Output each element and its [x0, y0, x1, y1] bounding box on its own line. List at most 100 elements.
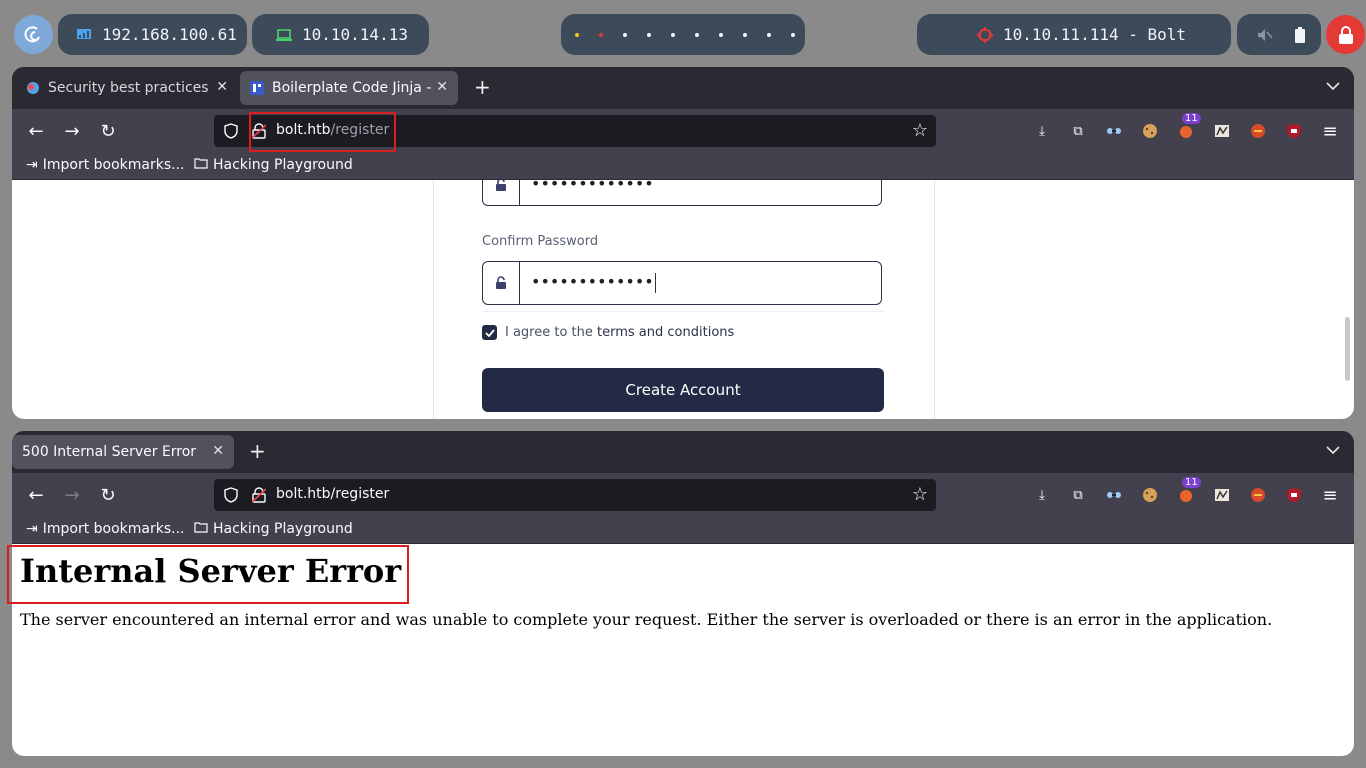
vpn-ip-text: 10.10.14.13: [302, 25, 408, 44]
bookmark-folder-hacking-playground[interactable]: Hacking Playground: [194, 157, 353, 173]
tab-title: Boilerplate Code Jinja - Si: [272, 80, 436, 96]
confirm-password-value: •••••••••••••: [531, 272, 656, 293]
ext-glasses-icon[interactable]: [1104, 121, 1124, 141]
tab-strip: 500 Internal Server Error ✕ +: [12, 431, 1354, 473]
target-widget[interactable]: 10.10.11.114 - Bolt: [917, 14, 1231, 55]
workspace-switcher[interactable]: [561, 14, 805, 55]
tab-title: Security best practices |: [48, 80, 208, 96]
tab-boilerplate-code[interactable]: Boilerplate Code Jinja - Si ✕: [240, 71, 458, 105]
confirm-password-label: Confirm Password: [482, 234, 599, 249]
terms-agreement: I agree to the terms and conditions: [482, 325, 734, 340]
bookmark-folder-hacking-playground[interactable]: Hacking Playground: [194, 521, 353, 537]
ext-foxyproxy-icon[interactable]: 11: [1176, 113, 1201, 141]
list-all-tabs-chevron-icon[interactable]: [1326, 79, 1340, 95]
local-ip-widget[interactable]: 192.168.100.61: [58, 14, 247, 55]
tab-close-icon[interactable]: ✕: [436, 79, 448, 95]
workspace-1-dot[interactable]: [575, 32, 579, 37]
tab-close-icon[interactable]: ✕: [212, 443, 224, 459]
downloads-icon[interactable]: ⤓: [1032, 485, 1052, 505]
list-all-tabs-chevron-icon[interactable]: [1326, 443, 1340, 459]
tab-security-best-practices[interactable]: Security best practices | ✕: [16, 71, 238, 105]
shield-icon[interactable]: [224, 123, 238, 139]
terms-checkbox[interactable]: [482, 325, 497, 340]
lock-screen-button[interactable]: [1326, 15, 1365, 54]
workspace-7-dot[interactable]: [719, 32, 723, 37]
tab-internal-server-error[interactable]: 500 Internal Server Error ✕: [12, 435, 234, 469]
insecure-lock-icon[interactable]: [252, 487, 266, 503]
reload-icon[interactable]: ↻: [96, 119, 120, 143]
browser-window-top: Security best practices | ✕ Boilerplate …: [12, 67, 1354, 419]
error-heading: Internal Server Error: [20, 552, 402, 590]
downloads-icon[interactable]: ⤓: [1032, 121, 1052, 141]
url-text[interactable]: bolt.htb/register: [276, 486, 389, 502]
confirm-password-field[interactable]: •••••••••••••: [482, 261, 882, 305]
tab-strip: Security best practices | ✕ Boilerplate …: [12, 67, 1354, 109]
back-arrow-icon[interactable]: ←: [24, 119, 48, 143]
page-scrollbar[interactable]: [1345, 317, 1350, 381]
register-form: ••••••••••••• Confirm Password •••••••••…: [433, 180, 935, 419]
terms-link[interactable]: terms and conditions: [597, 325, 734, 340]
battery-icon[interactable]: [1295, 26, 1305, 43]
ext-ublock-icon[interactable]: [1284, 121, 1304, 141]
extensions-puzzle-icon[interactable]: ⧉: [1068, 121, 1088, 141]
workspace-9-dot[interactable]: [767, 32, 771, 37]
ext-foxyproxy-icon[interactable]: 11: [1176, 477, 1201, 505]
password-field[interactable]: •••••••••••••: [482, 180, 882, 206]
forward-arrow-icon[interactable]: →: [60, 483, 84, 507]
ext-wappalyzer-icon[interactable]: [1212, 485, 1232, 505]
ext-hacktools-icon[interactable]: [1248, 121, 1268, 141]
hamburger-menu-icon[interactable]: ≡: [1320, 485, 1340, 506]
extensions-puzzle-icon[interactable]: ⧉: [1068, 485, 1088, 505]
target-text: 10.10.11.114 - Bolt: [1003, 25, 1187, 44]
ext-cookie-icon[interactable]: [1140, 485, 1160, 505]
reload-icon[interactable]: ↻: [96, 483, 120, 507]
system-tray[interactable]: [1237, 14, 1321, 55]
ext-hacktools-icon[interactable]: [1248, 485, 1268, 505]
url-text[interactable]: bolt.htb/register: [276, 122, 389, 138]
bookmarks-toolbar: ⇥ Import bookmarks... Hacking Playground: [12, 153, 1354, 179]
bookmarks-toolbar: ⇥ Import bookmarks... Hacking Playground: [12, 517, 1354, 543]
new-tab-plus-icon[interactable]: +: [474, 77, 491, 97]
unlock-icon: [483, 262, 520, 304]
app-launcher-button[interactable]: [14, 15, 53, 54]
nav-toolbar: ← → ↻ bolt.htb/register ☆ ⤓ ⧉ 11 ≡: [12, 473, 1354, 517]
workspace-8-dot[interactable]: [743, 32, 747, 37]
tab-close-icon[interactable]: ✕: [216, 79, 228, 95]
url-bar[interactable]: bolt.htb/register ☆: [214, 479, 936, 511]
page-content-error: Internal Server Error The server encount…: [12, 544, 1354, 756]
workspace-4-dot[interactable]: [647, 32, 651, 37]
workspace-5-dot[interactable]: [671, 32, 675, 37]
terms-prefix: I agree to the: [505, 325, 598, 340]
insecure-lock-icon[interactable]: [252, 123, 266, 139]
ext-ublock-icon[interactable]: [1284, 485, 1304, 505]
workspace-3-dot[interactable]: [623, 32, 627, 37]
ext-wappalyzer-icon[interactable]: [1212, 121, 1232, 141]
workspace-6-dot[interactable]: [695, 32, 699, 37]
extension-badge: 11: [1182, 113, 1201, 124]
import-icon: ⇥: [26, 157, 38, 173]
network-icon: [77, 28, 91, 39]
ext-cookie-icon[interactable]: [1140, 121, 1160, 141]
padlock-icon: [1338, 25, 1353, 44]
shield-icon[interactable]: [224, 487, 238, 503]
import-icon: ⇥: [26, 521, 38, 537]
favicon-swirl-icon: [27, 82, 39, 94]
nav-toolbar: ← → ↻ bolt.htb/register ☆ ⤓ ⧉ 11 ≡: [12, 109, 1354, 153]
hamburger-menu-icon[interactable]: ≡: [1320, 121, 1340, 142]
bookmark-star-icon[interactable]: ☆: [912, 120, 928, 141]
workspace-10-dot[interactable]: [791, 32, 795, 37]
vpn-ip-widget[interactable]: 10.10.14.13: [252, 14, 429, 55]
folder-icon: [194, 157, 208, 173]
volume-muted-icon[interactable]: [1257, 28, 1273, 42]
bookmark-import[interactable]: ⇥ Import bookmarks...: [26, 157, 185, 173]
new-tab-plus-icon[interactable]: +: [249, 441, 266, 461]
bookmark-import[interactable]: ⇥ Import bookmarks...: [26, 521, 185, 537]
forward-arrow-icon[interactable]: →: [60, 119, 84, 143]
back-arrow-icon[interactable]: ←: [24, 483, 48, 507]
workspace-2-dot[interactable]: [599, 32, 603, 37]
tab-title: 500 Internal Server Error: [22, 444, 197, 460]
create-account-button[interactable]: Create Account: [482, 368, 884, 412]
ext-glasses-icon[interactable]: [1104, 485, 1124, 505]
url-bar[interactable]: bolt.htb/register ☆: [214, 115, 936, 147]
bookmark-star-icon[interactable]: ☆: [912, 484, 928, 505]
